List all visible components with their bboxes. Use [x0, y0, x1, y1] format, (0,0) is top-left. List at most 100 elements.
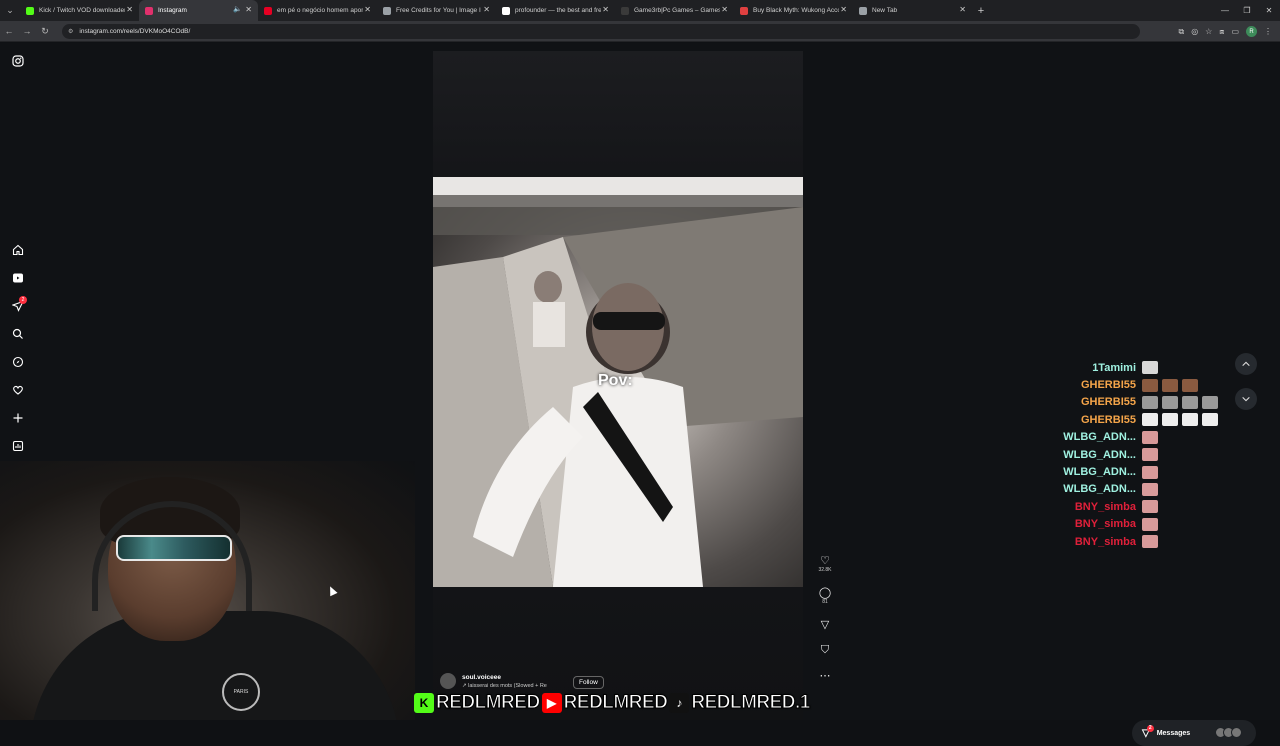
tab-audio-icon[interactable]: 🔈: [233, 5, 242, 13]
tab-favicon-icon: [859, 6, 867, 15]
bookmark-icon: ⛉: [820, 644, 830, 656]
tab-close-icon[interactable]: ✕: [483, 5, 490, 14]
messages-sidebar-icon[interactable]: 2: [10, 296, 27, 314]
share-button[interactable]: ▽: [814, 618, 836, 631]
stream-chat-overlay: 1Tamimi GHERBI55 GHERBI55 GHERBI55 WLBG_ADN.…: [1040, 359, 1240, 550]
dashboard-icon[interactable]: [10, 438, 26, 454]
author-name[interactable]: soul.voiceee: [462, 674, 547, 681]
new-tab-button[interactable]: +: [972, 5, 990, 17]
chat-emote-icon: [1142, 430, 1158, 444]
install-app-icon[interactable]: ⧉: [1178, 27, 1184, 37]
browser-tab[interactable]: Buy Black Myth: Wukong Acco ✕: [734, 0, 853, 21]
save-button[interactable]: ⛉: [814, 644, 836, 657]
heart-icon: ♡: [820, 555, 830, 567]
chat-emote-icon: [1142, 465, 1158, 479]
tab-close-icon[interactable]: ✕: [959, 5, 966, 14]
extensions-icon[interactable]: ⧈: [1219, 27, 1224, 37]
chat-username[interactable]: WLBG_ADN...: [1040, 466, 1142, 478]
author-avatar[interactable]: [440, 673, 456, 689]
tab-close-icon[interactable]: ✕: [126, 5, 133, 14]
browser-tab[interactable]: Game3rb|Pc Games – Games O ✕: [615, 0, 734, 21]
chevron-up-icon: [1242, 361, 1250, 367]
tab-close-icon[interactable]: ✕: [602, 5, 609, 14]
chat-username[interactable]: WLBG_ADN...: [1040, 483, 1142, 495]
chat-username[interactable]: GHERBI55: [1040, 396, 1142, 408]
chat-emote-icon: [1142, 413, 1158, 427]
browser-tab[interactable]: Kick / Twitch VOD downloader ✕: [20, 0, 139, 21]
eye-off-icon[interactable]: ◎: [1191, 27, 1198, 36]
messages-badge: 2: [1146, 724, 1154, 732]
messages-pill[interactable]: ▽ 2 Messages: [1132, 720, 1256, 746]
message-avatars: [1215, 727, 1242, 738]
notifications-heart-icon[interactable]: [10, 382, 26, 398]
reels-icon[interactable]: [10, 270, 26, 286]
like-button[interactable]: ♡ 32.8K: [814, 554, 836, 573]
reload-icon[interactable]: ↻: [36, 26, 54, 37]
chat-message: BNY_simba: [1040, 516, 1240, 533]
chat-emote-icon: [1182, 378, 1198, 392]
comment-button[interactable]: ◯ 81: [814, 586, 836, 605]
maximize-icon[interactable]: ❐: [1236, 6, 1258, 15]
chat-username[interactable]: GHERBI55: [1040, 414, 1142, 426]
more-options-button[interactable]: ⋯: [814, 669, 836, 682]
tab-close-icon[interactable]: ✕: [364, 5, 371, 14]
tab-close-icon[interactable]: ✕: [245, 5, 252, 14]
chat-message: GHERBI55: [1040, 394, 1240, 411]
tab-favicon-icon: [383, 6, 391, 15]
back-icon[interactable]: ←: [0, 26, 18, 36]
song-title[interactable]: ↗ laisserai des mots (Slowed + Re: [462, 683, 547, 689]
browser-tab[interactable]: New Tab ✕: [853, 0, 972, 21]
forward-icon[interactable]: →: [18, 26, 36, 36]
browser-tab[interactable]: em pé o negócio homem apon ✕: [258, 0, 377, 21]
browser-tab[interactable]: profounder — the best and fre ✕: [496, 0, 615, 21]
site-info-icon[interactable]: ⚙: [68, 28, 73, 35]
url-text: instagram.com/reels/DVKMoO4COdB/: [79, 28, 191, 35]
streamer-social-banner: K REDLMRED ▶ REDLMRED ♪ REDLMRED.1: [414, 690, 812, 716]
minimize-icon[interactable]: —: [1214, 6, 1236, 15]
address-bar[interactable]: ⚙ instagram.com/reels/DVKMoO4COdB/: [62, 24, 1140, 39]
browser-tab[interactable]: Instagram 🔈 ✕: [139, 0, 258, 21]
sidebar-toggle-icon[interactable]: ▭: [1231, 27, 1239, 36]
social-logo-icon: K: [414, 693, 434, 713]
sunglasses: [116, 535, 232, 561]
chat-emote-icon: [1142, 361, 1158, 375]
messenger-icon: ▽ 2: [1142, 724, 1154, 739]
tab-search-icon[interactable]: ⌄: [0, 0, 20, 21]
chat-emote-icon: [1142, 378, 1158, 392]
messages-label: Messages: [1156, 729, 1191, 737]
tab-close-icon[interactable]: ✕: [721, 5, 728, 14]
social-handle: ♪ REDLMRED.1: [669, 692, 811, 714]
close-window-icon[interactable]: ✕: [1258, 6, 1280, 15]
jersey-crest: PARIS: [222, 673, 260, 711]
tab-favicon-icon: [621, 6, 629, 15]
home-icon[interactable]: [10, 242, 26, 258]
search-icon[interactable]: [10, 326, 26, 342]
chat-message: 1Tamimi: [1040, 359, 1240, 376]
social-handle: K REDLMRED: [414, 692, 541, 714]
chat-username[interactable]: BNY_simba: [1040, 501, 1142, 513]
chat-emote-icon: [1162, 413, 1178, 427]
instagram-logo-icon[interactable]: [10, 53, 26, 69]
tab-label: Instagram: [158, 7, 187, 14]
social-logo-icon: ♪: [669, 693, 690, 713]
chat-username[interactable]: WLBG_ADN...: [1040, 449, 1142, 461]
chat-username[interactable]: WLBG_ADN...: [1040, 431, 1142, 443]
chat-username[interactable]: GHERBI55: [1040, 379, 1142, 391]
follow-button[interactable]: Follow: [573, 676, 604, 689]
chat-username[interactable]: 1Tamimi: [1040, 362, 1142, 374]
tab-close-icon[interactable]: ✕: [840, 5, 847, 14]
social-handle-text: REDLMRED.1: [691, 692, 811, 714]
chat-emote-icon: [1202, 395, 1218, 409]
share-icon: ▽: [820, 619, 830, 631]
chat-username[interactable]: BNY_simba: [1040, 518, 1142, 530]
bookmark-star-icon[interactable]: ☆: [1205, 27, 1212, 36]
tab-label: profounder — the best and fre: [515, 7, 601, 14]
chat-username[interactable]: BNY_simba: [1040, 536, 1142, 548]
explore-compass-icon[interactable]: [10, 354, 26, 370]
browser-menu-icon[interactable]: ⋮: [1264, 27, 1272, 36]
tab-favicon-icon: [145, 6, 153, 15]
browser-tab[interactable]: Free Credits for You | Image I ✕: [377, 0, 496, 21]
create-plus-icon[interactable]: [10, 410, 26, 426]
browser-tab-bar: ⌄ Kick / Twitch VOD downloader ✕ Instagram…: [0, 0, 1280, 21]
profile-avatar[interactable]: R: [1246, 26, 1257, 37]
